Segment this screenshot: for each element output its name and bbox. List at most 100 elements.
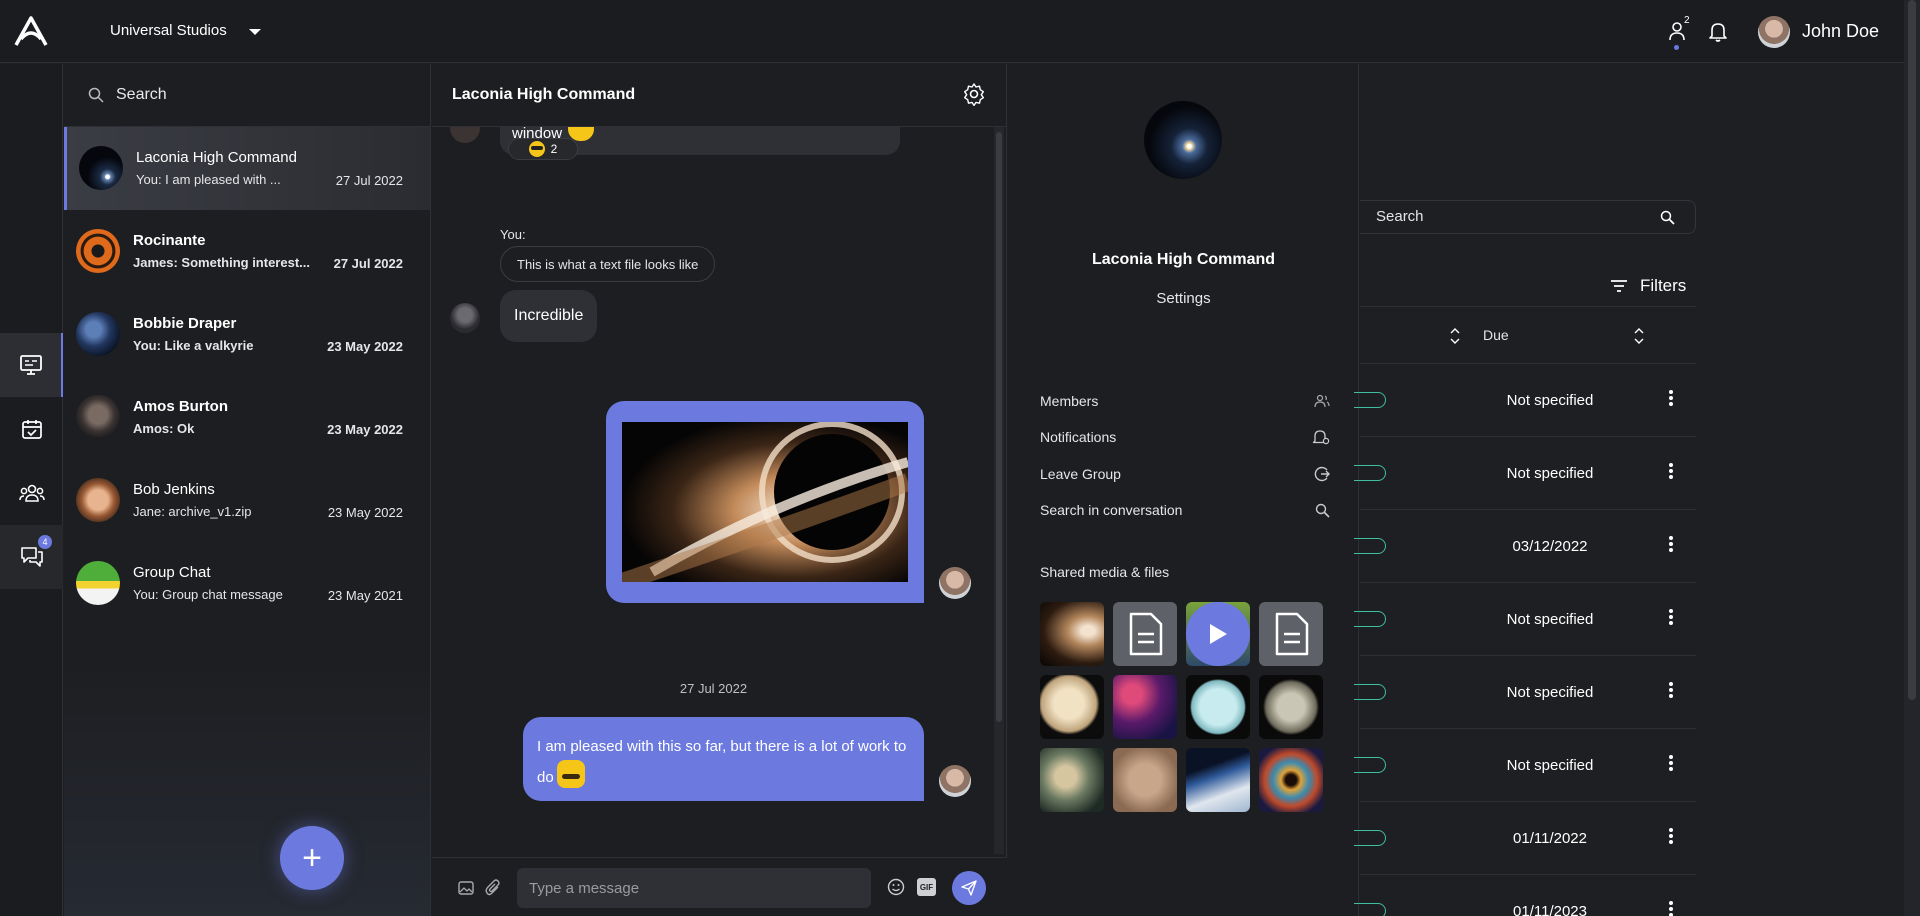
status-select[interactable] xyxy=(1354,903,1386,916)
media-thumbnail[interactable] xyxy=(1186,675,1250,739)
conversation-item[interactable]: Amos Burton Amos: Ok 23 May 2022 xyxy=(64,376,430,459)
search-icon[interactable] xyxy=(1660,210,1675,225)
status-select[interactable] xyxy=(1354,684,1386,700)
table-row[interactable]: Not specified xyxy=(1354,583,1696,656)
rail-item-tasks[interactable] xyxy=(0,397,63,461)
user-name[interactable]: John Doe xyxy=(1802,21,1879,42)
more-vertical-icon[interactable] xyxy=(1668,899,1674,916)
table-row[interactable]: Not specified xyxy=(1354,729,1696,802)
bell-icon[interactable] xyxy=(1708,21,1728,43)
page-scrollbar-thumb[interactable] xyxy=(1908,0,1916,700)
sort-icon[interactable] xyxy=(1450,327,1460,345)
status-select[interactable] xyxy=(1354,465,1386,481)
chat-scrollbar-thumb[interactable] xyxy=(996,132,1002,722)
gif-button[interactable]: GIF xyxy=(917,878,936,896)
table-row[interactable]: 03/12/2022 xyxy=(1354,510,1696,583)
message-bubble[interactable]: Incredible xyxy=(500,290,598,342)
table-row[interactable]: 01/11/2022 xyxy=(1354,802,1696,875)
send-button[interactable] xyxy=(952,871,986,905)
play-icon xyxy=(1210,624,1227,644)
gear-icon[interactable] xyxy=(962,82,986,106)
media-thumbnail[interactable] xyxy=(1259,748,1323,812)
user-avatar[interactable] xyxy=(1758,16,1790,48)
more-vertical-icon[interactable] xyxy=(1668,388,1674,408)
status-select[interactable] xyxy=(1354,830,1386,846)
menu-label: Notifications xyxy=(1040,429,1117,445)
chat-bubbles-icon xyxy=(20,547,43,567)
search-icon xyxy=(88,87,104,103)
table-row[interactable]: Not specified xyxy=(1354,364,1696,437)
more-vertical-icon[interactable] xyxy=(1668,461,1674,481)
conversation-item[interactable]: Rocinante James: Something interest... 2… xyxy=(64,210,430,293)
group-settings-link[interactable]: Settings xyxy=(1008,290,1359,307)
conversation-date: 27 Jul 2022 xyxy=(335,173,403,188)
menu-notifications[interactable]: Notifications xyxy=(1040,422,1330,452)
status-select[interactable] xyxy=(1354,538,1386,554)
file-message[interactable]: This is what a text file looks like xyxy=(500,246,716,282)
conversation-avatar xyxy=(79,146,123,190)
more-vertical-icon[interactable] xyxy=(1668,607,1674,627)
conversation-search[interactable]: Search xyxy=(64,64,430,127)
media-thumbnail[interactable] xyxy=(1113,748,1177,812)
people-icon xyxy=(18,484,45,502)
video-thumbnail[interactable] xyxy=(1186,602,1250,666)
more-vertical-icon[interactable] xyxy=(1668,680,1674,700)
filters-button[interactable]: Filters xyxy=(1610,276,1686,296)
file-thumbnail[interactable] xyxy=(1259,602,1323,666)
conversation-item[interactable]: Group Chat You: Group chat message 23 Ma… xyxy=(64,542,430,625)
image-icon[interactable] xyxy=(458,880,474,896)
conversation-item[interactable]: Bob Jenkins Jane: archive_v1.zip 23 May … xyxy=(64,459,430,542)
bell-settings-icon xyxy=(1312,430,1330,445)
image-message[interactable] xyxy=(606,401,924,603)
page-scrollbar[interactable] xyxy=(1904,0,1920,916)
more-vertical-icon[interactable] xyxy=(1668,753,1674,773)
company-selector[interactable]: Universal Studios xyxy=(110,22,261,39)
reaction-count: 2 xyxy=(550,142,558,156)
message-bubble[interactable]: I am pleased with this so far, but there… xyxy=(523,717,924,801)
black-hole-image[interactable] xyxy=(622,422,908,582)
group-details-panel: Laconia High Command Settings Members No… xyxy=(1008,64,1359,916)
conversation-name: Bobbie Draper xyxy=(133,315,237,332)
rail-item-dashboard[interactable] xyxy=(0,333,63,397)
table-row[interactable]: 01/11/2023 xyxy=(1354,875,1696,916)
due-date: Not specified xyxy=(1506,465,1594,482)
media-thumbnail[interactable] xyxy=(1113,675,1177,739)
table-search[interactable]: Search xyxy=(1360,200,1696,234)
paperclip-icon[interactable] xyxy=(484,878,502,898)
menu-leave-group[interactable]: Leave Group xyxy=(1040,459,1330,489)
file-thumbnail[interactable] xyxy=(1113,602,1177,666)
menu-search-conversation[interactable]: Search in conversation xyxy=(1040,495,1330,525)
table-row[interactable]: Not specified xyxy=(1354,437,1696,510)
reaction-chip[interactable]: 2 xyxy=(508,138,578,160)
chat-scrollbar[interactable] xyxy=(994,127,1004,854)
conversation-date: 23 May 2022 xyxy=(327,422,403,437)
media-thumbnail[interactable] xyxy=(1259,675,1323,739)
more-vertical-icon[interactable] xyxy=(1668,534,1674,554)
rail-item-chat[interactable]: 4 xyxy=(0,525,63,589)
conversation-item[interactable]: Bobbie Draper You: Like a valkyrie 23 Ma… xyxy=(64,293,430,376)
menu-label: Members xyxy=(1040,393,1099,409)
media-thumbnail[interactable] xyxy=(1040,748,1104,812)
app-logo-icon[interactable] xyxy=(14,15,48,47)
play-button[interactable] xyxy=(1186,602,1250,666)
conversation-item[interactable]: Laconia High Command You: I am pleased w… xyxy=(64,127,430,210)
chevron-down-icon xyxy=(248,28,261,35)
media-thumbnail[interactable] xyxy=(1040,602,1104,666)
media-thumbnail[interactable] xyxy=(1040,675,1104,739)
emoji-picker-icon[interactable] xyxy=(887,878,905,896)
sort-icon[interactable] xyxy=(1634,327,1644,345)
new-conversation-button[interactable]: + xyxy=(280,826,344,890)
more-vertical-icon[interactable] xyxy=(1668,826,1674,846)
due-column-header[interactable]: Due xyxy=(1483,327,1509,343)
conversation-preview: You: Like a valkyrie xyxy=(133,338,254,353)
media-thumbnail[interactable] xyxy=(1186,748,1250,812)
status-select[interactable] xyxy=(1354,757,1386,773)
status-select[interactable] xyxy=(1354,611,1386,627)
message-list[interactable]: window 2 You: This is what a text file l… xyxy=(432,127,1007,857)
message-input[interactable] xyxy=(517,868,871,908)
status-select[interactable] xyxy=(1354,392,1386,408)
group-avatar[interactable] xyxy=(1144,101,1222,179)
rail-item-people[interactable] xyxy=(0,461,63,525)
table-row[interactable]: Not specified xyxy=(1354,656,1696,729)
menu-members[interactable]: Members xyxy=(1040,386,1330,416)
